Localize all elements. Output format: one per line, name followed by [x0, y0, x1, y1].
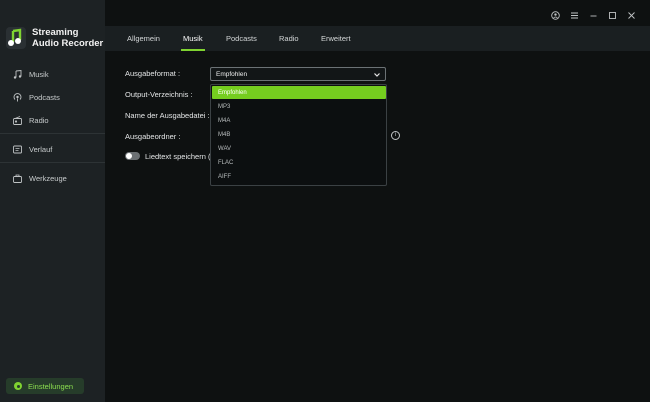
gear-icon — [14, 382, 22, 390]
dropdown-option[interactable]: FLAC — [212, 156, 386, 169]
sidebar-item-verlauf[interactable]: Verlauf — [0, 141, 105, 157]
tab-allgemein[interactable]: Allgemein — [127, 26, 160, 51]
sidebar: Streaming Audio Recorder Musik Podcasts … — [0, 0, 105, 402]
settings-button[interactable]: Einstellungen — [6, 378, 84, 394]
output-folder-label: Ausgabeordner : — [125, 132, 181, 141]
dropdown-option[interactable]: WAV — [212, 142, 386, 155]
app-title-line2: Audio Recorder — [32, 38, 104, 49]
app-title-line1: Streaming — [32, 27, 79, 38]
account-icon[interactable] — [550, 10, 560, 20]
tab-radio[interactable]: Radio — [279, 26, 299, 51]
tab-podcasts[interactable]: Podcasts — [226, 26, 257, 51]
menu-icon[interactable] — [569, 10, 579, 20]
sidebar-item-label: Werkzeuge — [29, 173, 67, 183]
output-format-dropdown: Empfohlen MP3 M4A M4B WAV FLAC AIFF — [210, 84, 387, 186]
output-format-select[interactable]: Empfohlen — [210, 67, 386, 81]
tab-erweitert[interactable]: Erweitert — [321, 26, 351, 51]
lyrics-label: Liedtext speichern (f — [145, 152, 213, 161]
music-note-icon — [13, 69, 22, 79]
close-icon[interactable] — [626, 10, 636, 20]
window-controls — [550, 8, 636, 22]
history-icon — [13, 145, 22, 153]
brand: Streaming Audio Recorder — [6, 27, 103, 49]
sidebar-item-podcasts[interactable]: Podcasts — [0, 89, 105, 105]
filename-label: Name der Ausgabedatei : — [125, 111, 210, 120]
radio-icon — [13, 115, 22, 125]
settings-tabbar: Allgemein Musik Podcasts Radio Erweitert — [105, 26, 650, 51]
dropdown-option[interactable]: M4B — [212, 128, 386, 141]
chevron-down-icon — [374, 73, 380, 77]
sidebar-divider — [0, 162, 105, 163]
output-format-value: Empfohlen — [216, 70, 248, 78]
app-logo-icon — [6, 27, 26, 49]
settings-label: Einstellungen — [28, 381, 74, 391]
sidebar-item-label: Podcasts — [29, 92, 60, 102]
sidebar-item-werkzeuge[interactable]: Werkzeuge — [0, 170, 105, 186]
lyrics-toggle[interactable] — [125, 152, 140, 160]
dropdown-option[interactable]: Empfohlen — [212, 86, 386, 99]
tab-musik[interactable]: Musik — [181, 26, 205, 51]
toolbox-icon — [13, 174, 22, 183]
minimize-icon[interactable] — [588, 10, 598, 20]
sidebar-item-musik[interactable]: Musik — [0, 66, 105, 82]
sidebar-divider — [0, 133, 105, 134]
sidebar-item-label: Musik — [29, 69, 49, 79]
sidebar-item-radio[interactable]: Radio — [0, 112, 105, 128]
maximize-icon[interactable] — [607, 10, 617, 20]
dropdown-option[interactable]: AIFF — [212, 170, 386, 183]
output-format-label: Ausgabeformat : — [125, 69, 181, 78]
output-dir-label: Output-Verzeichnis : — [125, 90, 193, 99]
dropdown-option[interactable]: MP3 — [212, 100, 386, 113]
podcast-icon — [13, 92, 22, 101]
info-icon[interactable]: i — [391, 131, 400, 140]
sidebar-item-label: Verlauf — [29, 144, 53, 154]
sidebar-item-label: Radio — [29, 115, 49, 125]
dropdown-option[interactable]: M4A — [212, 114, 386, 127]
